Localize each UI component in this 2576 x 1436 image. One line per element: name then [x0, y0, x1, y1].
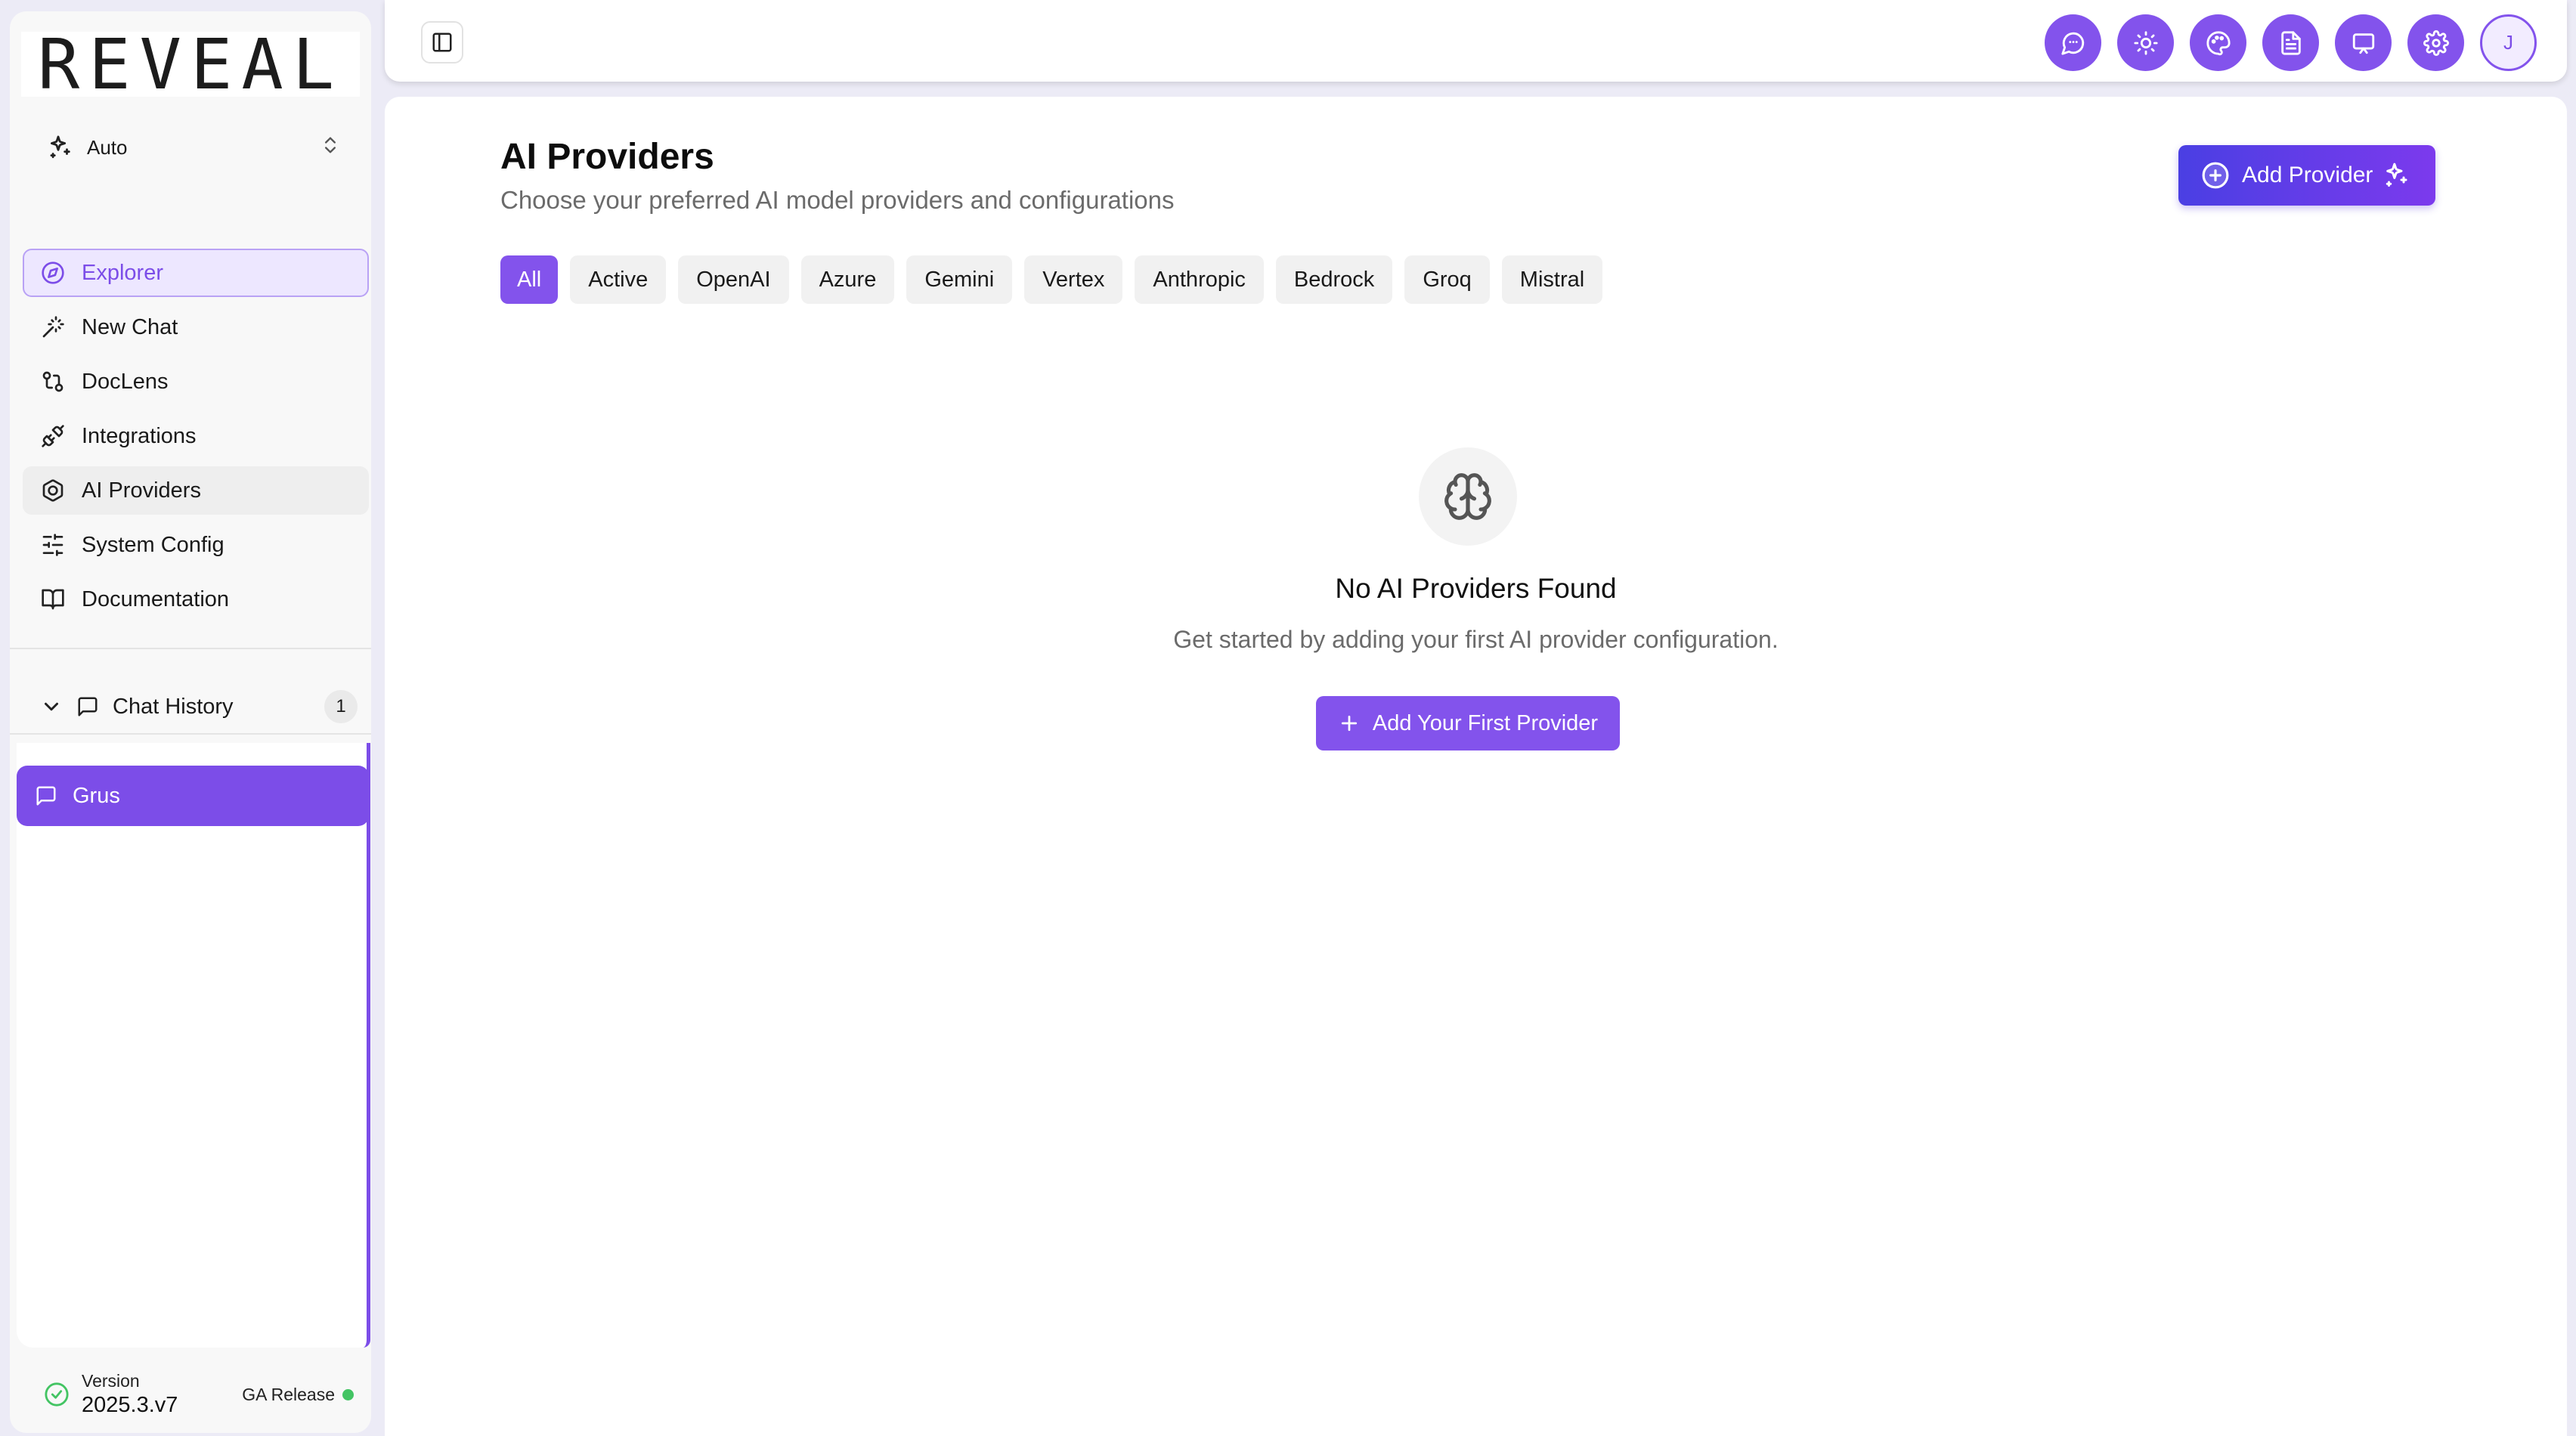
nav-item-label: DocLens [82, 369, 169, 394]
book-open-icon [41, 587, 65, 611]
palette-icon [2206, 30, 2231, 55]
empty-state-icon [1419, 447, 1517, 546]
plus-icon [1338, 712, 1361, 735]
nav-item-documentation[interactable]: Documentation [23, 575, 369, 624]
settings-button[interactable] [2407, 14, 2464, 71]
filter-bedrock[interactable]: Bedrock [1275, 255, 1393, 304]
version-info: Version 2025.3.v7 GA Release [44, 1364, 354, 1425]
chevrons-up-down-icon [320, 135, 341, 160]
history-divider [10, 733, 371, 735]
magic-wand-icon [41, 315, 65, 339]
top-actions: J [2045, 14, 2537, 71]
palette-button[interactable] [2190, 14, 2246, 71]
version-number: 2025.3.v7 [82, 1393, 178, 1417]
filter-all[interactable]: All [500, 255, 559, 304]
provider-filter-tabs: All Active OpenAI Azure Gemini Vertex An… [500, 255, 1603, 304]
chat-history-toggle[interactable]: Chat History 1 [40, 684, 358, 729]
hexagon-icon [41, 478, 65, 503]
nav-item-label: AI Providers [82, 478, 201, 503]
reveal-logo[interactable]: REVEAL [21, 24, 360, 105]
chat-history-item-label: Grus [73, 783, 120, 808]
chat-history-item[interactable]: Grus [17, 766, 369, 826]
sidebar-divider [10, 648, 371, 649]
status-dot [342, 1388, 354, 1400]
empty-state-text: Get started by adding your first AI prov… [1173, 626, 1779, 653]
chevron-down-icon [40, 695, 63, 718]
sidebar: REVEAL Auto Explorer New Chat DocLens In… [10, 11, 371, 1433]
sidebar-toggle-button[interactable] [421, 21, 463, 63]
panel-left-icon [432, 32, 452, 52]
filter-gemini[interactable]: Gemini [906, 255, 1013, 304]
nav-item-label: System Config [82, 532, 224, 557]
plus-circle-icon [2201, 161, 2230, 190]
mode-selector[interactable]: Auto [48, 126, 341, 169]
filter-anthropic[interactable]: Anthropic [1135, 255, 1264, 304]
sun-icon [2133, 30, 2158, 55]
add-provider-button[interactable]: Add Provider [2178, 145, 2435, 206]
theme-toggle-button[interactable] [2117, 14, 2174, 71]
nav-item-new-chat[interactable]: New Chat [23, 303, 369, 351]
version-label: Version [82, 1371, 140, 1391]
avatar-initial: J [2503, 31, 2513, 54]
logo-text: REVEAL [37, 23, 344, 105]
nav-item-label: New Chat [82, 314, 178, 339]
filter-active[interactable]: Active [570, 255, 667, 304]
top-bar: J [385, 0, 2567, 82]
user-avatar[interactable]: J [2480, 14, 2537, 71]
nav-item-label: Integrations [82, 423, 197, 448]
chat-history-count-badge: 1 [324, 690, 358, 723]
main-content: AI Providers Choose your preferred AI mo… [385, 97, 2567, 1436]
check-circle-icon [44, 1382, 70, 1407]
page-subtitle: Choose your preferred AI model providers… [500, 186, 1175, 214]
sparkles-icon [2383, 162, 2410, 189]
empty-state-title: No AI Providers Found [1335, 573, 1617, 604]
chat-history-list[interactable] [17, 743, 370, 1348]
mode-label: Auto [87, 135, 128, 159]
nav-item-integrations[interactable]: Integrations [23, 412, 369, 460]
documents-button[interactable] [2262, 14, 2319, 71]
filter-vertex[interactable]: Vertex [1024, 255, 1123, 304]
nav-item-explorer[interactable]: Explorer [23, 249, 369, 297]
document-icon [2280, 30, 2301, 55]
chat-button[interactable] [2045, 14, 2101, 71]
message-square-icon [76, 695, 99, 718]
add-provider-label: Add Provider [2242, 162, 2373, 187]
main-nav: Explorer New Chat DocLens Integrations A… [23, 249, 369, 630]
nav-item-ai-providers[interactable]: AI Providers [23, 466, 369, 515]
compass-icon [41, 261, 65, 285]
sliders-icon [41, 533, 65, 557]
nav-item-doclens[interactable]: DocLens [23, 357, 369, 406]
nav-item-label: Documentation [82, 586, 230, 611]
page-title: AI Providers [500, 137, 714, 177]
filter-groq[interactable]: Groq [1404, 255, 1490, 304]
filter-azure[interactable]: Azure [800, 255, 895, 304]
git-compare-icon [41, 370, 65, 394]
nav-item-label: Explorer [82, 260, 163, 285]
chat-history-label: Chat History [113, 694, 234, 719]
nav-item-system-config[interactable]: System Config [23, 521, 369, 569]
add-first-provider-button[interactable]: Add Your First Provider [1316, 696, 1620, 750]
filter-mistral[interactable]: Mistral [1501, 255, 1603, 304]
brain-icon [1444, 473, 1491, 520]
monitor-message-icon [2352, 32, 2374, 54]
gear-icon [2423, 29, 2449, 56]
plug-icon [41, 424, 65, 448]
sparkles-icon [48, 135, 73, 160]
add-first-provider-label: Add Your First Provider [1372, 710, 1599, 735]
release-label: GA Release [242, 1384, 335, 1404]
filter-openai[interactable]: OpenAI [678, 255, 789, 304]
feedback-button[interactable] [2335, 14, 2392, 71]
release-status: GA Release [242, 1385, 354, 1405]
chat-bubble-icon [2060, 32, 2084, 55]
message-square-icon [35, 785, 57, 807]
